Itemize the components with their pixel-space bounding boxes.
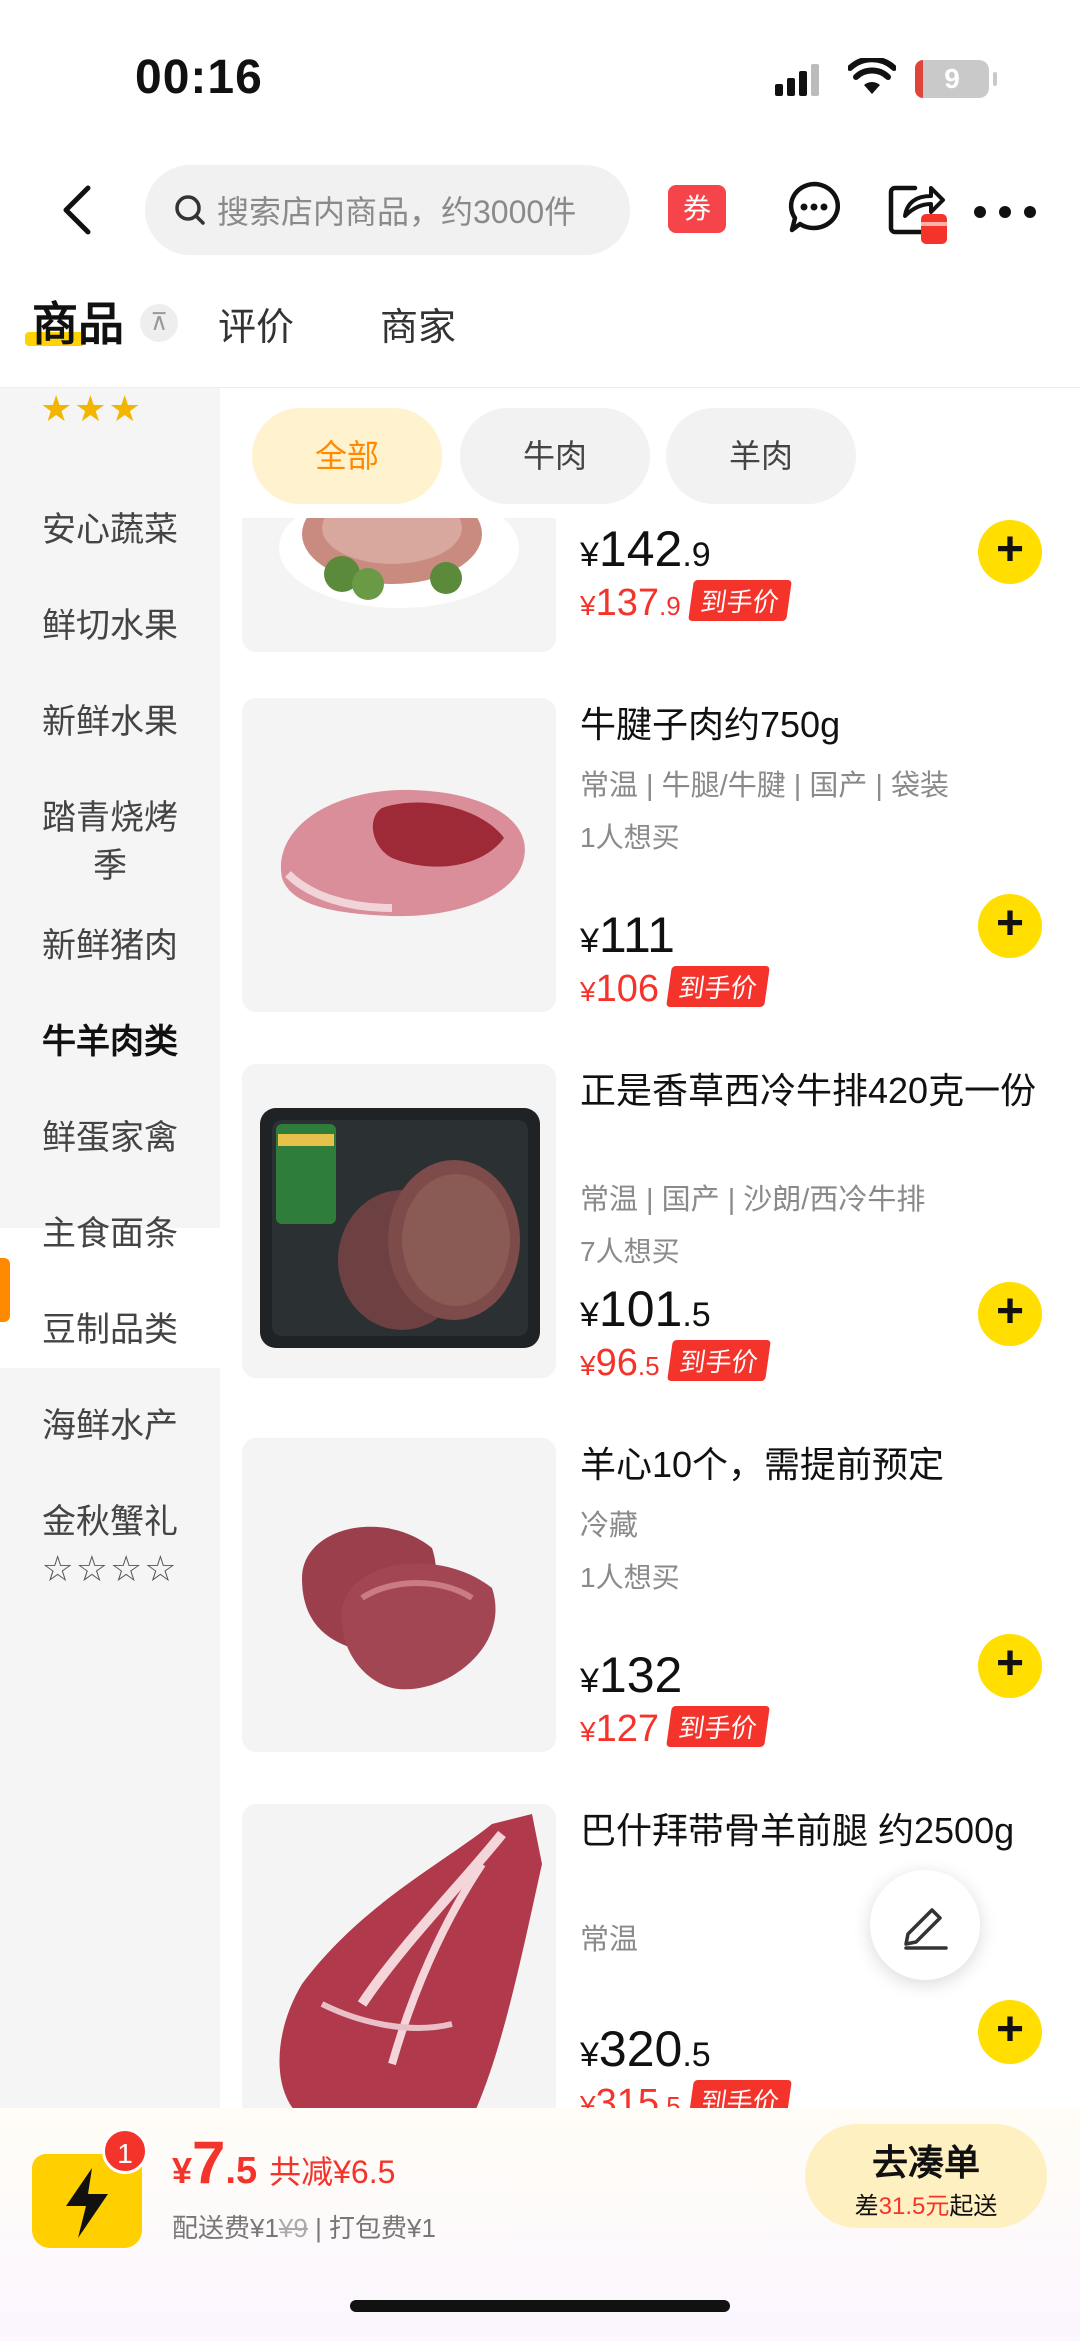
tab-reviews[interactable]: 评价	[218, 296, 294, 351]
tab-products[interactable]: 商品	[32, 288, 124, 354]
sidebar-item-noodles[interactable]: 主食面条	[0, 1210, 220, 1258]
sidebar-item-vegetables[interactable]: 安心蔬菜	[0, 506, 220, 554]
product-image[interactable]	[242, 518, 556, 652]
pen-icon	[904, 1908, 948, 1950]
add-more-items-button[interactable]: 去凑单 差31.5元起送	[805, 2124, 1047, 2228]
product-image[interactable]	[242, 698, 556, 1012]
product-deal-price: ¥137.9 到手价	[580, 580, 792, 625]
deal-price-badge: 到手价	[687, 2080, 792, 2108]
product-tags: 常温 | 牛腿/牛腱 | 国产 | 袋装	[580, 770, 949, 802]
cart-button[interactable]: 1	[32, 2128, 150, 2248]
status-bar: 00:16 9	[0, 0, 1080, 150]
product-tags: 常温 | 国产 | 沙朗/西冷牛排	[580, 1184, 926, 1216]
chip-beef[interactable]: 牛肉	[460, 408, 650, 504]
filter-chips: 全部 牛肉 羊肉	[220, 388, 1080, 518]
sidebar-item-cut-fruit[interactable]: 鲜切水果	[0, 602, 220, 650]
add-to-cart-button[interactable]: +	[978, 1634, 1042, 1698]
product-want-count: 1人想买	[580, 1562, 680, 1593]
pin-top-icon[interactable]: ⊼	[140, 304, 178, 342]
coupon-button[interactable]: 券	[668, 185, 726, 233]
sidebar-item-tofu[interactable]: 豆制品类	[0, 1306, 220, 1354]
sidebar-item-crab[interactable]: 金秋蟹礼	[0, 1498, 220, 1546]
wifi-icon	[848, 58, 896, 94]
product-price: ¥142.9	[580, 521, 711, 577]
product-name[interactable]: 羊心10个，需提前预定	[580, 1438, 1060, 1492]
search-icon	[175, 195, 205, 225]
deal-price-badge: 到手价	[666, 1706, 770, 1747]
sidebar-stars-bottom: ☆☆☆☆	[41, 1548, 179, 1589]
cart-fees: 配送费¥1¥9 | 打包费¥1	[172, 2213, 436, 2243]
search-input[interactable]: 搜索店内商品，约3000件	[145, 165, 630, 255]
more-icon[interactable]	[973, 205, 1037, 219]
edit-floating-button[interactable]	[870, 1870, 980, 1980]
battery-icon: 9	[915, 60, 997, 98]
coupon-icon: 券	[668, 185, 726, 233]
sidebar-item-beef-lamb[interactable]: 牛羊肉类	[0, 1018, 220, 1066]
product-name[interactable]: 牛腱子肉约750g	[580, 698, 1060, 752]
sidebar-item-pork[interactable]: 新鲜猪肉	[0, 922, 220, 970]
add-to-cart-button[interactable]: +	[978, 894, 1042, 958]
product-card[interactable]: 牛腱子肉约750g 常温 | 牛腿/牛腱 | 国产 | 袋装 1人想买 ¥111…	[220, 698, 1080, 1064]
deal-price-badge: 到手价	[687, 580, 792, 621]
product-deal-price: ¥315.5 到手价	[580, 2080, 792, 2108]
product-want-count: 1人想买	[580, 822, 680, 853]
cart-discount: 共减¥6.5	[269, 2154, 396, 2190]
product-image[interactable]	[242, 1438, 556, 1752]
cart-count-badge: 1	[102, 2128, 148, 2174]
sidebar-item-bbq[interactable]: 踏青烧烤季	[0, 794, 220, 890]
tab-merchant[interactable]: 商家	[380, 296, 456, 351]
deal-price-badge: 到手价	[666, 1340, 771, 1381]
product-deal-price: ¥106 到手价	[580, 966, 770, 1011]
product-tags: 常温	[580, 1924, 639, 1956]
chip-all[interactable]: 全部	[252, 408, 442, 504]
product-price: ¥111	[580, 907, 675, 963]
product-want-count: 7人想买	[580, 1236, 680, 1267]
add-to-cart-button[interactable]: +	[978, 520, 1042, 584]
sidebar-item-eggs-poultry[interactable]: 鲜蛋家禽	[0, 1114, 220, 1162]
min-order-gap: 差31.5元起送	[854, 2193, 998, 2220]
product-card[interactable]: 正是香草西冷牛排420克一份 常温 | 国产 | 沙朗/西冷牛排 7人想买 ¥1…	[220, 1064, 1080, 1430]
tab-bar: 商品 ⊼ 评价 商家	[0, 270, 1080, 388]
share-icon[interactable]	[885, 178, 951, 248]
sidebar-item-fresh-fruit[interactable]: 新鲜水果	[0, 698, 220, 746]
add-to-cart-button[interactable]: +	[978, 1282, 1042, 1346]
add-more-label: 去凑单	[871, 2142, 980, 2183]
search-placeholder: 搜索店内商品，约3000件	[217, 194, 577, 230]
product-list: ¥142.9 ¥137.9 到手价 + 牛腱子肉约750g 常温 | 牛腿/牛腱 …	[220, 518, 1080, 2108]
product-price: ¥320.5	[580, 2021, 711, 2077]
product-card[interactable]: 羊心10个，需提前预定 冷藏 1人想买 ¥132 ¥127 到手价 +	[220, 1438, 1080, 1804]
product-name[interactable]: 正是香草西冷牛排420克一份	[580, 1064, 1060, 1118]
category-sidebar: ★★★ 安心蔬菜 鲜切水果 新鲜水果 踏青烧烤季 新鲜猪肉 牛羊肉类 鲜蛋家禽 …	[0, 388, 220, 2108]
sidebar-stars-top: ★★★	[40, 388, 143, 429]
product-deal-price: ¥96.5 到手价	[580, 1340, 771, 1385]
deal-price-badge: 到手价	[666, 966, 770, 1007]
product-card[interactable]: ¥142.9 ¥137.9 到手价 +	[220, 518, 1080, 704]
chip-lamb[interactable]: 羊肉	[666, 408, 856, 504]
product-image[interactable]	[242, 1804, 556, 2108]
back-icon[interactable]	[50, 180, 110, 240]
message-icon[interactable]	[786, 180, 842, 236]
top-navigation: 搜索店内商品，约3000件 券	[0, 150, 1080, 270]
product-tags: 冷藏	[580, 1510, 639, 1542]
product-image[interactable]	[242, 1064, 556, 1378]
status-time: 00:16	[135, 51, 263, 104]
cart-total: ¥7.5 共减¥6.5	[172, 2129, 396, 2196]
product-price: ¥101.5	[580, 1281, 711, 1337]
product-deal-price: ¥127 到手价	[580, 1706, 770, 1751]
product-name[interactable]: 巴什拜带骨羊前腿 约2500g	[580, 1804, 1060, 1858]
add-to-cart-button[interactable]: +	[978, 2000, 1042, 2064]
sidebar-item-seafood[interactable]: 海鲜水产	[0, 1402, 220, 1450]
signal-icon	[775, 64, 819, 96]
home-indicator[interactable]	[350, 2300, 730, 2312]
product-price: ¥132	[580, 1647, 683, 1703]
